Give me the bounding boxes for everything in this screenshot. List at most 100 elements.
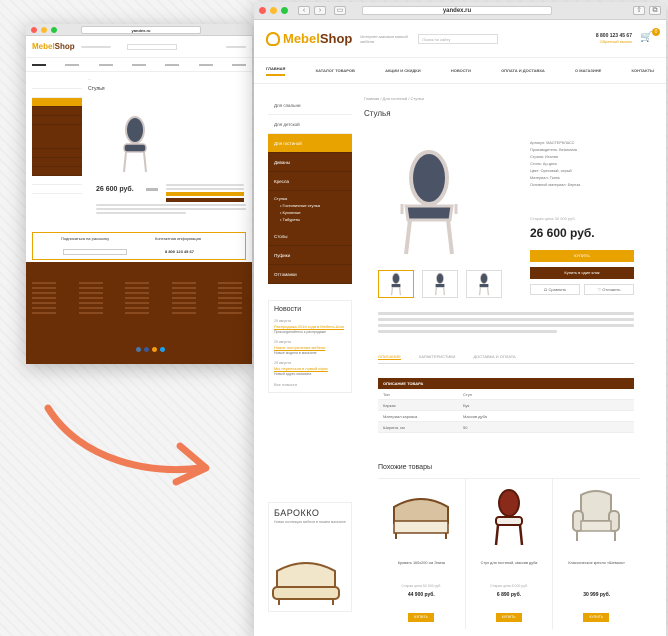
small-side-item[interactable] bbox=[32, 89, 82, 98]
sidebar-subitem[interactable]: • Табуреты bbox=[274, 216, 346, 223]
minimize-dot[interactable] bbox=[270, 7, 277, 14]
small-desc-line bbox=[96, 204, 246, 206]
cart-icon[interactable]: 🛒 0 bbox=[640, 27, 660, 46]
footer-col bbox=[78, 282, 103, 316]
promo-banner[interactable]: БАРОККО Новая коллекция мебели в нашем м… bbox=[268, 502, 352, 612]
menu-item-catalog[interactable]: Каталог товаров bbox=[316, 68, 355, 73]
compare-button[interactable]: ⚖ Сравнить bbox=[530, 284, 580, 295]
small-side-item[interactable] bbox=[32, 167, 82, 176]
vk-icon[interactable] bbox=[136, 347, 141, 352]
small-side-item[interactable] bbox=[32, 149, 82, 158]
back-icon[interactable]: ‹ bbox=[298, 6, 310, 15]
breadcrumb[interactable]: Главная / Для гостиной / Стулья bbox=[364, 96, 634, 101]
product-price: 26 600 руб. bbox=[530, 226, 595, 240]
site-logo[interactable]: MebelShop bbox=[266, 31, 352, 46]
tabs-icon[interactable]: ⧉ bbox=[649, 6, 661, 15]
sidebar-item[interactable]: Для спальни bbox=[268, 96, 352, 115]
product-name[interactable]: Классическое кресло «Шеваль» bbox=[553, 561, 640, 566]
small-side-item[interactable] bbox=[32, 125, 82, 149]
sidebar-item-chairs[interactable]: Стулья bbox=[274, 195, 346, 202]
menu-item-sales[interactable]: Акции и скидки bbox=[385, 68, 420, 73]
product-name[interactable]: Кровать 160х200 см Элиза bbox=[378, 561, 465, 566]
small-menu-item[interactable] bbox=[231, 63, 246, 66]
product-card[interactable]: Стул для гостиной, массив дуба Старая це… bbox=[466, 479, 554, 629]
table-cell: 50 bbox=[463, 425, 468, 430]
small-side-item[interactable] bbox=[32, 116, 82, 125]
main-browser-window: ‹ › ▭ yandex.ru ⇧ ⧉ MebelShop Интернет-м… bbox=[254, 2, 666, 636]
sidebar-icon[interactable]: ▭ bbox=[334, 6, 346, 15]
small-menu-item[interactable] bbox=[165, 63, 180, 66]
spec-line: Цвет: Ореховый, серый bbox=[530, 169, 572, 173]
sidebar-subitem[interactable]: • Гостиничные стулья bbox=[274, 202, 346, 209]
small-buy-button[interactable] bbox=[166, 192, 244, 196]
small-url-bar[interactable]: yandex.ru bbox=[81, 25, 201, 34]
small-menu-item[interactable] bbox=[65, 63, 80, 66]
ok-icon[interactable] bbox=[152, 347, 157, 352]
sidebar-item-selected[interactable]: Для гостиной bbox=[268, 134, 352, 153]
news-link[interactable]: Распродажа 2016 года в Мебель-Шоп bbox=[274, 324, 346, 329]
maximize-dot[interactable] bbox=[51, 26, 57, 33]
url-bar[interactable]: yandex.ru bbox=[362, 6, 552, 15]
forward-icon[interactable]: › bbox=[314, 6, 326, 15]
thumbnail[interactable] bbox=[378, 270, 414, 298]
small-side-item[interactable] bbox=[32, 98, 82, 107]
small-subscribe-input[interactable] bbox=[63, 249, 127, 255]
news-link[interactable]: Новое поступление мебели bbox=[274, 345, 346, 350]
small-menu-item[interactable] bbox=[198, 63, 213, 66]
product-name[interactable]: Стул для гостиной, массив дуба bbox=[466, 561, 553, 566]
sidebar-item[interactable]: Кресла bbox=[268, 172, 352, 191]
menu-item-about[interactable]: О магазине bbox=[575, 68, 601, 73]
share-icon[interactable]: ⇧ bbox=[633, 6, 645, 15]
sidebar-item[interactable]: Оттоманки bbox=[268, 265, 352, 284]
small-menu-item[interactable] bbox=[32, 63, 46, 66]
product-buy-button[interactable]: Купить bbox=[408, 613, 434, 622]
product-card[interactable]: Кровать 160х200 см Элиза Старая цена 52 … bbox=[378, 479, 466, 629]
small-menu-item[interactable] bbox=[131, 63, 146, 66]
tab-description[interactable]: Описание bbox=[378, 354, 401, 360]
tab-delivery[interactable]: Доставка и оплата bbox=[473, 354, 515, 360]
small-search[interactable] bbox=[126, 43, 177, 50]
similar-products: Кровать 160х200 см Элиза Старая цена 52 … bbox=[378, 478, 640, 629]
thumbnail[interactable] bbox=[466, 270, 502, 298]
search-input[interactable]: Поиск по сайту bbox=[418, 33, 499, 44]
small-specs bbox=[166, 184, 244, 202]
sidebar-item[interactable]: Пуфики bbox=[268, 246, 352, 265]
menu-item-home[interactable]: Главная bbox=[266, 66, 286, 76]
site-header: MebelShop Интернет-магазин мягкой мебели… bbox=[254, 20, 666, 58]
small-menu-item[interactable] bbox=[98, 63, 113, 66]
close-dot[interactable] bbox=[31, 26, 37, 33]
sidebar-item[interactable]: Диваны bbox=[268, 153, 352, 172]
thumbnail[interactable] bbox=[422, 270, 458, 298]
maximize-dot[interactable] bbox=[281, 7, 288, 14]
close-dot[interactable] bbox=[259, 7, 266, 14]
tab-characteristics[interactable]: Характеристики bbox=[419, 354, 456, 360]
small-footer-columns bbox=[32, 282, 242, 316]
table-cell: Стул bbox=[463, 392, 473, 397]
small-logo[interactable]: MebelShop bbox=[32, 42, 75, 51]
small-side-item[interactable] bbox=[32, 80, 82, 89]
small-side-item[interactable] bbox=[32, 176, 82, 185]
buy-button[interactable]: Купить bbox=[530, 250, 634, 262]
product-buy-button[interactable]: Купить bbox=[583, 613, 610, 622]
sidebar-item[interactable]: Для детской bbox=[268, 115, 352, 134]
product-card[interactable]: Классическое кресло «Шеваль» 30 999 руб.… bbox=[553, 479, 640, 629]
sidebar-item[interactable]: Столы bbox=[268, 227, 352, 246]
one-click-buy-button[interactable]: Купить в один клик bbox=[530, 267, 634, 279]
defer-button[interactable]: ♡ Отложить bbox=[584, 284, 634, 295]
minimize-dot[interactable] bbox=[41, 26, 47, 33]
menu-item-news[interactable]: Новости bbox=[451, 68, 471, 73]
menu-item-contacts[interactable]: Контакты bbox=[632, 68, 654, 73]
small-side-item[interactable] bbox=[32, 158, 82, 167]
all-news-link[interactable]: Все новости bbox=[274, 382, 346, 387]
callback-link[interactable]: Обратный звонок bbox=[596, 39, 632, 44]
sidebar-subitem[interactable]: • Кухонные bbox=[274, 209, 346, 216]
small-side-item[interactable] bbox=[32, 185, 82, 194]
menu-item-delivery[interactable]: Оплата и доставка bbox=[501, 68, 545, 73]
small-side-item[interactable] bbox=[32, 107, 82, 116]
twitter-icon[interactable] bbox=[160, 347, 165, 352]
news-link[interactable]: Мы переехали в новый офис bbox=[274, 366, 346, 371]
small-oneclick-button[interactable] bbox=[166, 198, 244, 202]
spec-line: Материал: Ткань bbox=[530, 176, 560, 180]
facebook-icon[interactable] bbox=[144, 347, 149, 352]
product-buy-button[interactable]: Купить bbox=[495, 613, 522, 622]
